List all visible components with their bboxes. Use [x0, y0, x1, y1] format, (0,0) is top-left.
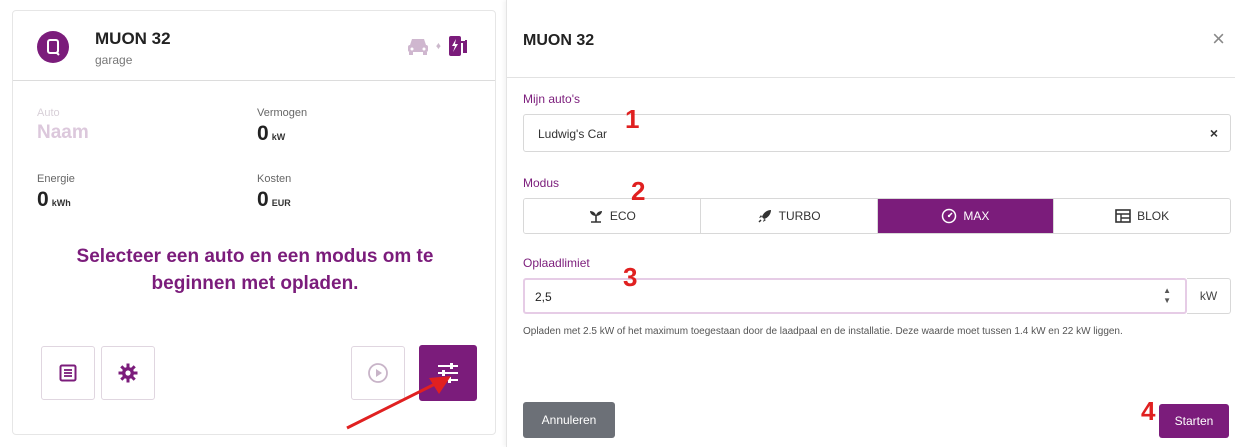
power-unit: kW [271, 132, 286, 142]
settings-button[interactable] [101, 346, 155, 400]
history-button[interactable] [41, 346, 95, 400]
annotation-3: 3 [623, 262, 638, 292]
limit-field-label: Oplaadlimiet [523, 256, 590, 270]
mode-selector: ECO TURBO MAX BLOK [523, 198, 1231, 234]
plant-icon [589, 211, 602, 223]
dialog-header: MUON 32 × [507, 0, 1235, 78]
stat-power: Vermogen 0 kW [257, 107, 307, 146]
mode-max-label: MAX [963, 209, 990, 223]
mode-turbo[interactable]: TURBO [700, 199, 878, 233]
annotation-1: 1 [625, 104, 640, 134]
energy-label: Energie [37, 173, 75, 185]
status-icons: ♦ [406, 34, 469, 58]
cancel-button[interactable]: Annuleren [523, 402, 615, 438]
card-subtitle: garage [95, 53, 133, 67]
stat-auto: Auto Naam [37, 107, 89, 144]
mode-blok[interactable]: BLOK [1054, 199, 1230, 233]
card-header: MUON 32 garage ♦ [13, 11, 495, 81]
cost-unit: EUR [271, 198, 291, 208]
charge-limit-value: 2,5 [535, 290, 552, 304]
power-number: 0 [257, 122, 269, 145]
separator-icon: ♦ [435, 40, 441, 52]
auto-label: Auto [37, 107, 60, 119]
start-button[interactable]: Starten [1159, 404, 1229, 438]
gauge-icon [942, 208, 957, 224]
gear-icon [118, 363, 138, 383]
charger-card: MUON 32 garage ♦ Auto Naam Vermogen 0 kW … [12, 10, 496, 435]
car-icon [407, 39, 428, 55]
mode-blok-label: BLOK [1137, 209, 1170, 223]
cost-value: 0 EUR [257, 188, 291, 212]
mode-eco[interactable]: ECO [524, 199, 701, 233]
cost-number: 0 [257, 188, 269, 211]
annotation-4: 4 [1141, 396, 1156, 426]
car-select-value: Ludwig's Car [538, 127, 607, 141]
pointer-arrow-icon [346, 376, 451, 430]
energy-value: 0 kWh [37, 188, 75, 212]
rocket-icon [758, 210, 771, 223]
car-field-label: Mijn auto's [523, 92, 580, 106]
close-icon[interactable]: × [1212, 28, 1225, 50]
spinner-icon[interactable]: ▲ ▼ [1163, 286, 1171, 306]
list-icon [59, 364, 77, 382]
charger-icon [37, 31, 69, 63]
power-value: 0 kW [257, 122, 307, 146]
energy-number: 0 [37, 188, 49, 211]
dialog-title: MUON 32 [523, 32, 595, 49]
annotation-2: 2 [631, 176, 646, 206]
block-icon [1115, 209, 1131, 223]
limit-unit: kW [1187, 278, 1231, 314]
energy-unit: kWh [51, 198, 71, 208]
mode-turbo-label: TURBO [778, 209, 821, 223]
power-label: Vermogen [257, 107, 308, 119]
limit-help-text: Opladen met 2.5 kW of het maximum toeges… [523, 326, 1123, 337]
stat-cost: Kosten 0 EUR [257, 173, 291, 212]
auto-value: Naam [37, 122, 89, 143]
mode-max[interactable]: MAX [877, 199, 1055, 233]
charge-dialog: MUON 32 × Mijn auto's Ludwig's Car × 1 M… [506, 0, 1235, 447]
charging-station-icon [449, 36, 467, 56]
instruction-message: Selecteer een auto en een modus om te be… [76, 246, 434, 294]
mode-eco-label: ECO [609, 209, 636, 223]
mode-field-label: Modus [523, 176, 560, 190]
stat-energy: Energie 0 kWh [37, 173, 75, 212]
clear-icon[interactable]: × [1210, 125, 1218, 141]
cost-label: Kosten [257, 173, 292, 185]
card-title: MUON 32 [95, 29, 171, 48]
